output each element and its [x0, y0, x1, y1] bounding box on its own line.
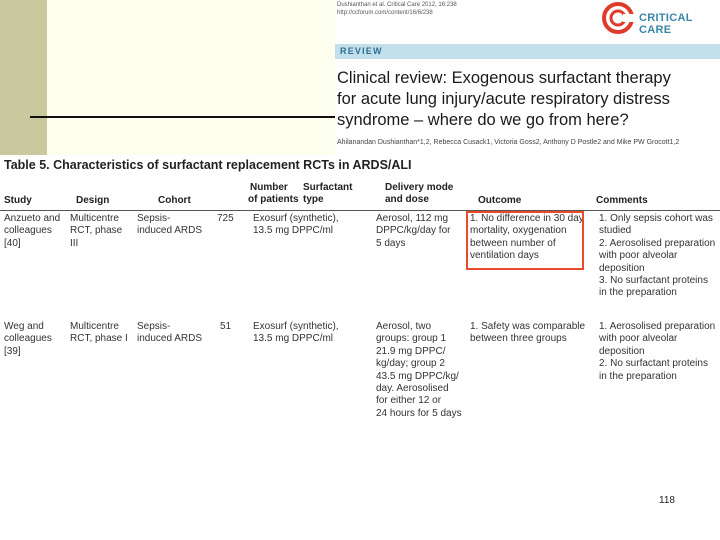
cell-line: colleagues: [4, 333, 52, 345]
journal-logo-text: CRITICAL CARE: [639, 12, 693, 36]
article-title-line: Clinical review: Exogenous surfactant th…: [337, 69, 671, 87]
cell-line: 2. No surfactant proteins: [599, 358, 708, 370]
cell-line: for either 12 or: [376, 395, 442, 407]
journal-url: http://ccforum.com/content/16/6/238: [337, 10, 433, 16]
header-study: Study: [4, 195, 32, 206]
page-number: 118: [659, 495, 675, 506]
cell-line: Multicentre: [70, 213, 119, 224]
cell-line: 1. Aerosolised preparation: [599, 321, 716, 332]
characteristics-table: Table 5. Characteristics of surfactant r…: [0, 155, 720, 427]
cell-line: 1. Safety was comparable: [470, 321, 586, 332]
cell-line: with poor alveolar: [599, 250, 678, 262]
cell-line: 3. No surfactant proteins: [599, 275, 708, 287]
cell-line: III: [70, 237, 79, 249]
row1-cohort: Sepsis- induced ARDS: [137, 213, 202, 238]
cell-line: 13.5 mg DPPC/ml: [253, 225, 334, 237]
cell-line: studied: [599, 225, 632, 237]
header-type-line: Surfactant: [303, 182, 353, 193]
cell-line: Anzueto and: [4, 213, 61, 224]
article-title: Clinical review: Exogenous surfactant th…: [337, 68, 717, 131]
cell-line: kg/day; group 2: [376, 358, 445, 370]
row1-type: Exosurf (synthetic), 13.5 mg DPPC/ml: [253, 213, 339, 238]
row2-type: Exosurf (synthetic), 13.5 mg DPPC/ml: [253, 321, 339, 346]
cell-line: between three groups: [470, 333, 567, 345]
row2-comments: 1. Aerosolised preparation with poor alv…: [599, 321, 715, 383]
cell-line: colleagues: [4, 225, 52, 237]
header-patients-line: of patients: [248, 194, 299, 205]
decorative-left-band: [0, 0, 47, 155]
row2-cohort: Sepsis- induced ARDS: [137, 321, 202, 346]
cell-line: induced ARDS: [137, 333, 203, 345]
cell-line: 1. Only sepsis cohort was: [599, 213, 713, 224]
cell-line: 13.5 mg DPPC/ml: [253, 333, 334, 345]
cell-line: 21.9 mg DPPC/: [376, 345, 446, 357]
outcome-highlight-box: [466, 211, 584, 270]
cell-line: [40]: [4, 237, 21, 249]
cell-line: Sepsis-: [137, 213, 171, 224]
header-delivery-line: and dose: [385, 194, 429, 205]
header-cohort: Cohort: [158, 195, 191, 206]
cell-line: 2. Aerosolised preparation: [599, 237, 716, 249]
cell-line: day. Aerosolised: [376, 383, 449, 395]
header-outcome: Outcome: [478, 195, 522, 206]
cell-line: deposition: [599, 262, 645, 274]
cell-line: [39]: [4, 345, 21, 357]
cell-line: Sepsis-: [137, 321, 171, 332]
row1-comments: 1. Only sepsis cohort was studied 2. Aer…: [599, 213, 715, 300]
header-delivery-line: Delivery mode: [385, 182, 454, 193]
header-divider: [0, 210, 720, 211]
row2-outcome: 1. Safety was comparable between three g…: [470, 321, 585, 346]
cell-line: groups: group 1: [376, 333, 447, 345]
cell-line: DPPC/kg/day for: [376, 225, 451, 237]
header-delivery: Delivery mode and dose: [385, 182, 453, 206]
cell-line: Aerosol, 112 mg: [376, 213, 449, 224]
article-title-line: for acute lung injury/acute respiratory …: [337, 90, 670, 108]
cell-line: Exosurf (synthetic),: [253, 321, 339, 332]
row2-patients: 51: [220, 321, 232, 332]
header-design: Design: [76, 195, 110, 206]
cell-line: RCT, phase I: [70, 333, 128, 345]
cell-line: Aerosol, two: [376, 321, 432, 332]
cell-line: Exosurf (synthetic),: [253, 213, 339, 224]
cell-line: induced ARDS: [137, 225, 203, 237]
row1-patients: 725: [217, 213, 234, 224]
cell-line: in the preparation: [599, 370, 677, 382]
cell-line: 43.5 mg DPPC/kg/: [376, 370, 459, 382]
article-authors: Ahilanandan Dushianthan*1,2, Rebecca Cus…: [337, 139, 680, 146]
header-comments: Comments: [596, 195, 648, 206]
review-label: REVIEW: [340, 46, 383, 56]
cell-line: in the preparation: [599, 287, 677, 299]
cell-line: Multicentre: [70, 321, 119, 332]
header-patients-line: Number: [250, 182, 288, 193]
cell-line: 24 hours for 5 days: [376, 407, 462, 419]
row1-study: Anzueto and colleagues [40]: [4, 213, 60, 250]
critical-care-logo-icon: [602, 2, 634, 34]
row1-delivery: Aerosol, 112 mg DPPC/kg/day for 5 days: [376, 213, 450, 250]
review-section-bar: REVIEW: [335, 44, 720, 59]
cell-line: RCT, phase: [70, 225, 123, 237]
journal-citation: Dushianthan et al. Critical Care 2012, 1…: [337, 2, 457, 8]
cell-line: Weg and: [4, 321, 44, 332]
row2-design: Multicentre RCT, phase I: [70, 321, 128, 346]
cell-line: deposition: [599, 345, 645, 357]
header-type-line: type: [303, 194, 324, 205]
cell-line: 5 days: [376, 237, 406, 249]
row1-design: Multicentre RCT, phase III: [70, 213, 122, 250]
decorative-rule-line: [30, 116, 335, 118]
header-patients: Number of patients: [248, 182, 299, 206]
article-title-line: syndrome – where do we go from here?: [337, 111, 629, 129]
decorative-pale-panel: [47, 0, 335, 155]
header-surfactant-type: Surfactant type: [303, 182, 352, 206]
row2-study: Weg and colleagues [39]: [4, 321, 52, 358]
row2-delivery: Aerosol, two groups: group 1 21.9 mg DPP…: [376, 321, 462, 420]
table-title: Table 5. Characteristics of surfactant r…: [4, 158, 412, 172]
cell-line: with poor alveolar: [599, 333, 678, 345]
journal-header-image: Dushianthan et al. Critical Care 2012, 1…: [335, 0, 720, 152]
